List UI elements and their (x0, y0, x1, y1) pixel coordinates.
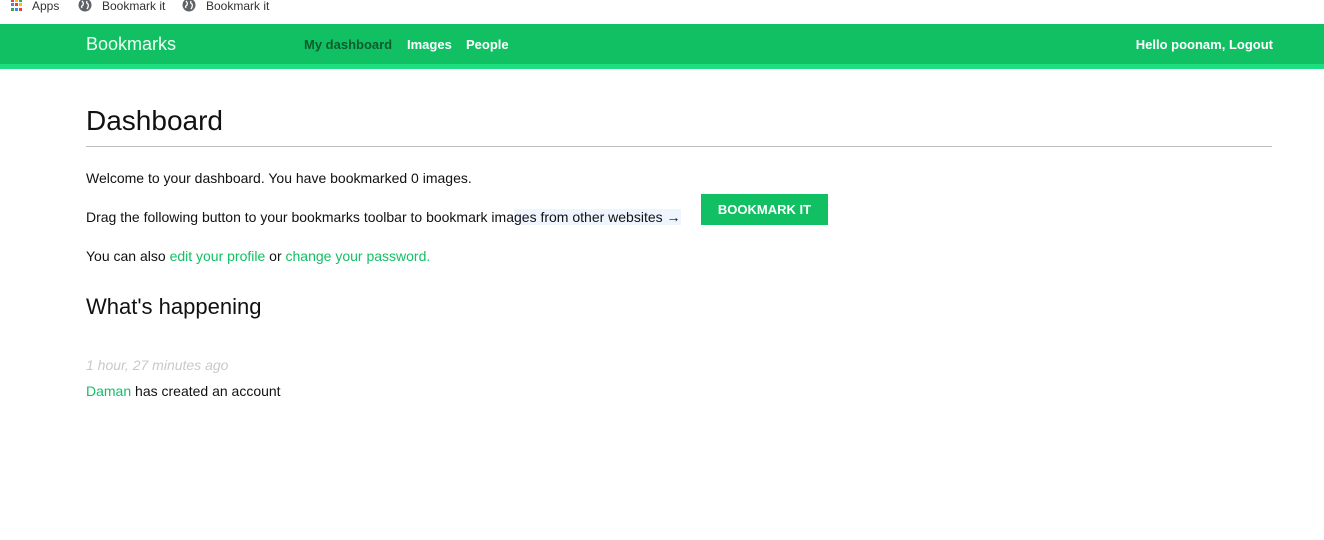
logout-link[interactable]: Logout (1229, 37, 1273, 52)
activity-timestamp: 1 hour, 27 minutes ago (86, 357, 229, 373)
drag-instructions: Drag the following button to your bookma… (86, 194, 828, 225)
apps-grid-dot (19, 7, 22, 11)
bookmark-shortcut-label: Bookmark it (102, 0, 166, 13)
globe-icon (182, 0, 196, 12)
bookmark-shortcut-1[interactable]: Bookmark it (78, 0, 165, 14)
bookmark-it-button[interactable]: BOOKMARK IT (701, 194, 828, 225)
activity-action-text: has created an account (135, 383, 281, 399)
apps-grid-icon (11, 0, 23, 11)
also-text: You can also (86, 248, 166, 264)
bookmark-shortcut-label: Bookmark it (206, 0, 270, 13)
apps-shortcut[interactable]: Apps (11, 0, 59, 14)
nav-link-images[interactable]: Images (407, 37, 452, 52)
apps-grid-dot (11, 7, 14, 11)
user-menu: Hello poonam, Logout (1136, 37, 1273, 52)
title-divider (86, 146, 1272, 147)
drag-text: Drag the following button to your bookma… (86, 209, 514, 225)
nav-link-people[interactable]: People (466, 37, 509, 52)
apps-grid-dot (19, 0, 22, 2)
apps-grid-dot (11, 0, 14, 2)
page-title: Dashboard (86, 105, 223, 136)
apps-grid-dot (15, 7, 18, 11)
welcome-text: Welcome to your dashboard. You have book… (86, 170, 472, 186)
or-text: or (269, 248, 282, 264)
nav-accent-stripe (0, 64, 1324, 69)
activity-heading: What's happening (86, 294, 262, 319)
drag-text-highlighted: ges from other websites → (514, 209, 681, 225)
greeting-text: Hello poonam, (1135, 37, 1226, 52)
globe-icon (78, 0, 92, 12)
top-nav: Bookmarks My dashboard Images People Hel… (0, 24, 1324, 64)
brand-logo[interactable]: Bookmarks (86, 34, 176, 55)
apps-label: Apps (32, 0, 60, 13)
activity-user-link[interactable]: Daman (86, 383, 131, 399)
period-text: . (426, 248, 431, 264)
edit-profile-link[interactable]: edit your profile (170, 248, 266, 264)
change-password-link[interactable]: change your password (286, 248, 427, 264)
activity-item: Daman has created an account (86, 383, 281, 399)
dashboard-content: Dashboard Welcome to your dashboard. You… (86, 104, 1272, 399)
apps-grid-dot (15, 0, 18, 2)
profile-links-text: You can also edit your profile or change… (86, 248, 430, 264)
apps-grid-dot (19, 3, 22, 7)
bookmark-shortcut-2[interactable]: Bookmark it (182, 0, 269, 14)
nav-link-my-dashboard[interactable]: My dashboard (304, 37, 392, 52)
apps-grid-dot (15, 3, 18, 7)
apps-grid-dot (11, 3, 14, 7)
browser-bookmarks-bar: Apps Bookmark it Bookmark it (0, 0, 1324, 14)
